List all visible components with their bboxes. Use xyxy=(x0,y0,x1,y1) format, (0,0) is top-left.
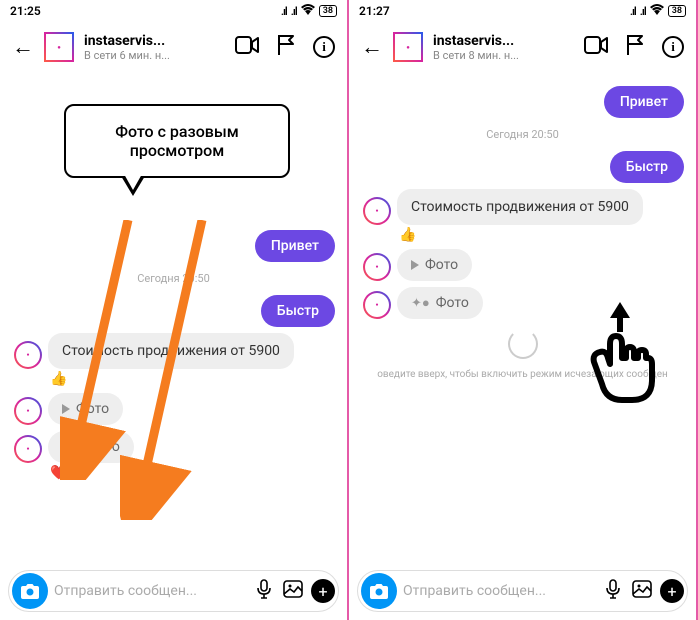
header-actions: i xyxy=(235,34,335,61)
signal-icon: .ıl xyxy=(281,5,287,18)
user-avatar[interactable]: ● xyxy=(44,32,74,62)
msg-avatar[interactable]: ● xyxy=(363,197,391,225)
username: instaservis... xyxy=(433,33,574,49)
message-own[interactable]: Быстр xyxy=(610,151,684,183)
message-own[interactable]: Привет xyxy=(604,86,684,118)
tooltip-box: Фото с разовым просмотром xyxy=(64,104,290,178)
bomb-icon: ✦● xyxy=(411,295,430,311)
wifi-icon xyxy=(650,4,664,19)
back-button[interactable]: ← xyxy=(12,34,34,60)
gallery-icon[interactable] xyxy=(281,580,305,603)
message-own[interactable]: Привет xyxy=(255,230,335,262)
user-info[interactable]: instaservis... В сети 6 мин. н... xyxy=(84,33,225,62)
msg-avatar[interactable]: ● xyxy=(14,341,42,369)
chat-header: ← ● instaservis... В сети 8 мин. н... i xyxy=(349,22,696,72)
message-input-bar: Отправить сообщен... + xyxy=(357,570,688,612)
status-time: 21:25 xyxy=(10,4,41,18)
video-call-icon[interactable] xyxy=(584,35,608,59)
camera-button[interactable] xyxy=(361,573,397,609)
back-button[interactable]: ← xyxy=(361,34,383,60)
camera-button[interactable] xyxy=(12,573,48,609)
battery-icon: 38 xyxy=(668,5,686,17)
video-call-icon[interactable] xyxy=(235,35,259,59)
username: instaservis... xyxy=(84,33,225,49)
user-status: В сети 6 мин. н... xyxy=(84,49,225,62)
loading-spinner xyxy=(508,329,538,359)
mic-icon[interactable] xyxy=(253,579,275,604)
flag-icon[interactable] xyxy=(626,34,644,61)
message-input-bar: Отправить сообщен... + xyxy=(8,570,339,612)
status-bar: 21:25 .ıl .ıl 38 xyxy=(0,0,347,22)
reaction[interactable]: 👍 xyxy=(399,227,684,243)
msg-avatar[interactable]: ● xyxy=(14,397,42,425)
status-icons: .ıl .ıl 38 xyxy=(630,4,686,19)
chat-header: ← ● instaservis... В сети 6 мин. н... i xyxy=(0,22,347,72)
signal-icon: .ıl xyxy=(640,5,646,18)
user-status: В сети 8 мин. н... xyxy=(433,49,574,62)
status-icons: .ıl .ıl 38 xyxy=(281,4,337,19)
message-other[interactable]: Стоимость продвижения от 5900 xyxy=(397,189,643,225)
message-input[interactable]: Отправить сообщен... xyxy=(54,583,247,599)
status-bar: 21:27 .ıl .ıl 38 xyxy=(349,0,696,22)
gallery-icon[interactable] xyxy=(630,580,654,603)
photo-message-bomb[interactable]: ✦● Фото xyxy=(397,287,483,319)
panel-right: 21:27 .ıl .ıl 38 ← ● instaservis... В се… xyxy=(349,0,698,620)
photo-message[interactable]: Фото xyxy=(397,249,472,281)
user-info[interactable]: instaservis... В сети 8 мин. н... xyxy=(433,33,574,62)
msg-avatar[interactable]: ● xyxy=(363,291,391,319)
battery-icon: 38 xyxy=(319,5,337,17)
header-actions: i xyxy=(584,34,684,61)
message-input[interactable]: Отправить сообщен... xyxy=(403,583,596,599)
timestamp: Сегодня 20:50 xyxy=(361,128,684,141)
plus-button[interactable]: + xyxy=(311,579,335,603)
signal-icon: .ıl xyxy=(630,5,636,18)
swipe-gesture-icon xyxy=(580,300,660,414)
status-time: 21:27 xyxy=(359,4,390,18)
mic-icon[interactable] xyxy=(602,579,624,604)
panel-left: 21:25 .ıl .ıl 38 ← ● instaservis... В се… xyxy=(0,0,349,620)
info-icon[interactable]: i xyxy=(662,36,684,58)
msg-avatar[interactable]: ● xyxy=(14,435,42,463)
msg-avatar[interactable]: ● xyxy=(363,253,391,281)
message-own[interactable]: Быстр xyxy=(261,295,335,327)
info-icon[interactable]: i xyxy=(313,36,335,58)
arrow-2 xyxy=(120,220,220,520)
user-avatar[interactable]: ● xyxy=(393,32,423,62)
play-icon xyxy=(411,260,419,270)
wifi-icon xyxy=(301,4,315,19)
signal-icon: .ıl xyxy=(291,5,297,18)
flag-icon[interactable] xyxy=(277,34,295,61)
plus-button[interactable]: + xyxy=(660,579,684,603)
